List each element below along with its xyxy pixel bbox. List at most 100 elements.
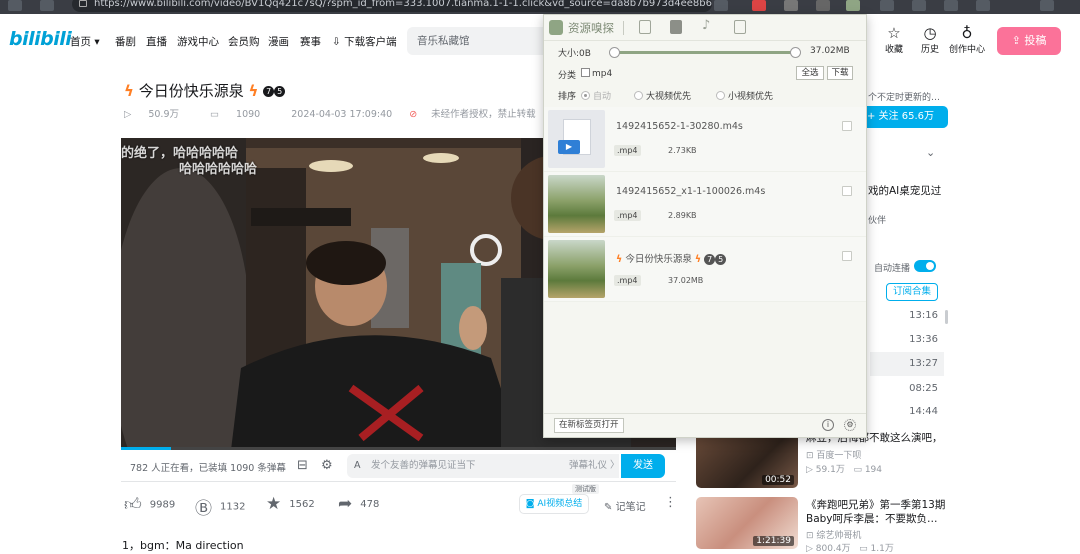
resource-item[interactable]: 1492415652_x1-1-100026.m4s .mp4 2.89KB <box>544 172 866 237</box>
address-bar[interactable]: https://www.bilibili.com/video/BV1Qq421c… <box>72 0 712 12</box>
publish-date: 2024-04-03 17:09:40 <box>291 109 393 120</box>
search-input[interactable]: 音乐私藏馆 <box>407 27 547 55</box>
sort-auto-radio[interactable]: 自动 <box>581 89 611 102</box>
size-range-slider[interactable] <box>609 47 801 58</box>
nav-manga[interactable]: 漫画 <box>268 34 289 49</box>
resource-ext: .mp4 <box>614 145 641 156</box>
reco-author[interactable]: ⊡ 综艺帅哥机 <box>806 528 861 541</box>
extension-icon[interactable] <box>912 0 926 11</box>
sniffer-title[interactable]: 资源嗅探 <box>568 20 614 36</box>
notes-button[interactable]: ✎ 记笔记 <box>604 498 646 513</box>
nav-live[interactable]: 直播 <box>146 34 167 49</box>
episode-duration[interactable]: 13:36 <box>870 328 944 352</box>
video-icon[interactable] <box>670 20 682 34</box>
danmaku-etiquette-link[interactable]: 弹幕礼仪 〉 <box>569 454 621 478</box>
resource-checkbox[interactable] <box>842 186 852 196</box>
resource-checkbox[interactable] <box>842 251 852 261</box>
extension-icon[interactable] <box>976 0 990 11</box>
slider-max-handle[interactable] <box>790 47 801 58</box>
extension-icon[interactable] <box>880 0 894 11</box>
ai-summary-button[interactable]: ◙ AI视频总结 <box>519 494 589 514</box>
nav-download-client[interactable]: ⇩ 下载客户端 <box>332 34 397 49</box>
nav-home[interactable]: 首页 ▾ <box>70 34 100 49</box>
copyright-notice: ⊘ 未经作者授权，禁止转载 <box>409 109 536 120</box>
radio-button[interactable] <box>716 91 725 100</box>
scrollbar-thumb[interactable] <box>945 310 948 324</box>
size-filter-label: 大小:0B <box>558 49 591 59</box>
reco-thumbnail[interactable]: 1:21:39 <box>696 497 798 549</box>
episode-duration[interactable]: 13:16 <box>870 304 944 328</box>
upload-icon: ⇪ <box>1011 34 1021 47</box>
extension-icon[interactable] <box>944 0 958 11</box>
more-icon[interactable]: ⋮ <box>664 495 677 510</box>
chevron-down-icon[interactable]: ⌄ <box>926 146 935 159</box>
document-icon[interactable] <box>639 20 651 34</box>
select-all-button[interactable]: 全选 <box>796 66 824 80</box>
resource-item[interactable]: ϟ 今日份快乐源泉 ϟ 75 .mp4 37.02MB <box>544 237 866 302</box>
download-sniffer-icon[interactable] <box>846 0 860 11</box>
checkbox[interactable] <box>581 68 590 77</box>
divider <box>623 21 624 35</box>
history-link[interactable]: ◷ 历史 <box>910 24 950 55</box>
video-description: 1，bgm：Ma direction <box>122 539 244 552</box>
nav-game-center[interactable]: 游戏中心 <box>177 34 219 49</box>
file-thumbnail <box>548 175 605 233</box>
sort-large-first-radio[interactable]: 大视频优先 <box>634 89 691 102</box>
extension-icon[interactable] <box>784 0 798 11</box>
extension-icon[interactable] <box>752 0 766 11</box>
danmaku-toggle-icon[interactable]: ⊟ <box>297 458 308 473</box>
share-button[interactable]: ➦ 478 <box>338 494 379 514</box>
category-mp4-checkbox[interactable]: mp4 <box>581 68 612 79</box>
download-button[interactable]: 下载 <box>827 66 853 80</box>
settings-icon[interactable]: ⚙ <box>844 419 856 431</box>
file-thumbnail <box>548 240 605 298</box>
creator-center-link[interactable]: ♁ 创作中心 <box>946 24 988 55</box>
nav-mall[interactable]: 会员购 <box>228 34 260 49</box>
view-count: ▷ 50.9万 <box>124 109 179 120</box>
send-danmaku-button[interactable]: 发送 <box>621 454 665 478</box>
favorites-link[interactable]: ☆ 收藏 <box>874 24 914 55</box>
episode-duration[interactable]: 08:25 <box>870 377 944 401</box>
reco-thumbnail[interactable]: 00:52 <box>696 430 798 488</box>
resource-item[interactable]: ▶ 1492415652-1-30280.m4s .mp4 2.73KB <box>544 107 866 172</box>
like-button[interactable]: 👍︎ 9989 <box>124 494 175 515</box>
extension-icon[interactable] <box>816 0 830 11</box>
open-in-new-tab-button[interactable]: 在新标签页打开 <box>554 418 624 433</box>
bilibili-logo[interactable]: bilibili <box>9 28 72 50</box>
episode-duration[interactable]: 14:44 <box>870 400 944 424</box>
reco-stats: ▷ 800.4万 ▭ 1.1万 <box>806 544 894 554</box>
promo-title[interactable]: 戏的AI桌宠见过 <box>868 183 941 198</box>
reco-title-line2[interactable]: Baby呵斥李晨：不要欺负… <box>806 511 956 527</box>
back-icon[interactable] <box>8 0 22 11</box>
autoplay-toggle[interactable] <box>914 260 936 272</box>
upload-button[interactable]: ⇪ 投稿 <box>997 27 1061 55</box>
info-icon[interactable]: i <box>822 419 834 431</box>
nav-esports[interactable]: 赛事 <box>300 34 321 49</box>
badge-5-icon: 5 <box>274 86 286 97</box>
menu-icon[interactable] <box>1040 0 1054 11</box>
file-icon[interactable] <box>734 20 746 34</box>
nav-anime[interactable]: 番剧 <box>115 34 136 49</box>
resource-checkbox[interactable] <box>842 121 852 131</box>
radio-button[interactable] <box>634 91 643 100</box>
badge-5-icon: 5 <box>715 254 727 265</box>
favorite-button[interactable]: ★ 1562 <box>266 494 315 514</box>
slider-min-handle[interactable] <box>609 47 620 58</box>
follow-button[interactable]: + 关注 65.6万 <box>853 106 948 128</box>
reload-icon[interactable] <box>40 0 54 11</box>
resource-ext: .mp4 <box>614 275 641 286</box>
beta-badge: 测试版 <box>572 484 599 494</box>
lightning-icon: ϟ <box>248 82 259 100</box>
coin-button[interactable]: Ⓑ 1132 <box>195 494 245 519</box>
radio-button[interactable] <box>581 91 590 100</box>
subscribe-collection-button[interactable]: 订阅合集 <box>886 283 938 301</box>
reco-author[interactable]: ⊡ 百度一下呗 <box>806 448 861 461</box>
sort-label: 排序 <box>558 92 577 102</box>
badge-7-icon: 7 <box>704 254 716 265</box>
bookmark-star-icon[interactable] <box>714 0 728 11</box>
sort-small-first-radio[interactable]: 小视频优先 <box>716 89 773 102</box>
music-icon[interactable]: ♪ <box>702 18 710 33</box>
danmaku-settings-icon[interactable]: ⚙ <box>321 458 333 473</box>
episode-duration[interactable]: 13:27 <box>870 352 944 376</box>
video-title: ϟ 今日份快乐源泉 ϟ 75 <box>124 80 286 101</box>
